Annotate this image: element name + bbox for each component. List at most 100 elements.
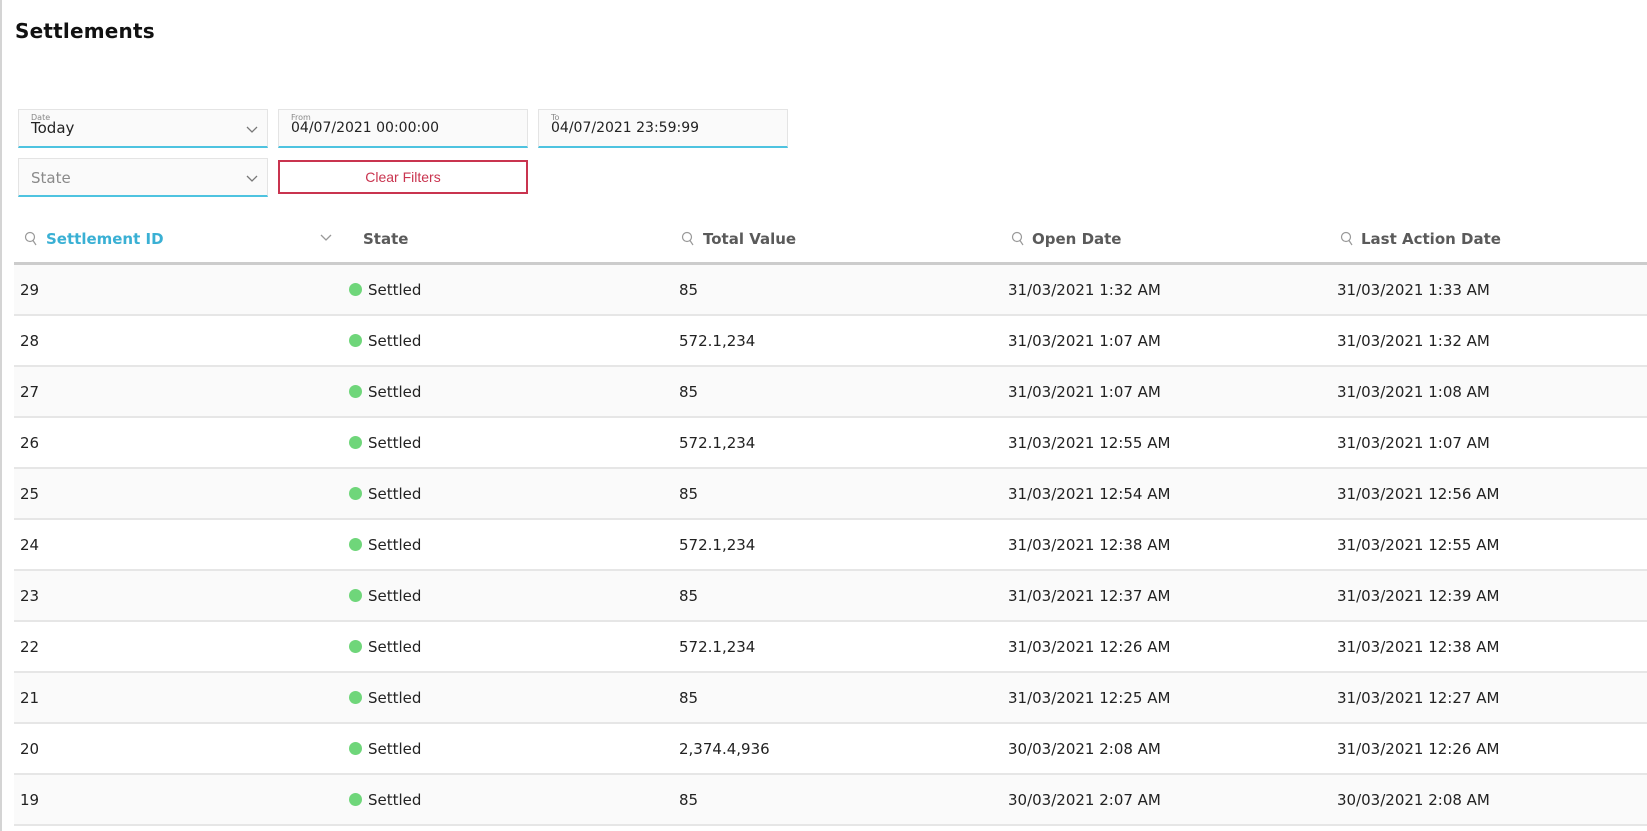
from-date-field[interactable]: From 04/07/2021 00:00:00 [278,109,528,148]
table-row[interactable]: 27 Settled 85 31/03/2021 1:07 AM 31/03/2… [14,367,1647,418]
state-cell: Settled [349,536,421,554]
state-cell: Settled [349,332,421,350]
state-cell: Settled [349,281,421,299]
column-label: Last Action Date [1361,230,1501,248]
settlement-id-cell: 29 [20,281,40,299]
open-date-cell: 31/03/2021 1:07 AM [1008,383,1161,401]
settlement-id-cell: 22 [20,638,40,656]
state-text: Settled [368,791,422,809]
total-value-cell: 572.1,234 [679,536,756,554]
table-row[interactable]: 20 Settled 2,374.4,936 30/03/2021 2:08 A… [14,724,1647,775]
to-value: 04/07/2021 23:59:99 [551,120,700,136]
status-dot-icon [349,589,362,602]
open-date-cell: 31/03/2021 12:38 AM [1008,536,1171,554]
last-action-date-cell: 30/03/2021 2:08 AM [1337,791,1490,809]
status-dot-icon [349,742,362,755]
last-action-date-cell: 31/03/2021 1:08 AM [1337,383,1490,401]
chevron-down-icon[interactable] [319,231,333,245]
state-text: Settled [368,587,422,605]
state-cell: Settled [349,485,421,503]
total-value-cell: 572.1,234 [679,332,756,350]
column-header-last-action-date[interactable]: Last Action Date [1330,220,1647,265]
state-cell: Settled [349,689,421,707]
table-row[interactable]: 23 Settled 85 31/03/2021 12:37 AM 31/03/… [14,571,1647,622]
status-dot-icon [349,283,362,296]
state-text: Settled [368,434,422,452]
search-icon[interactable] [24,231,38,247]
table-row[interactable]: 29 Settled 85 31/03/2021 1:32 AM 31/03/2… [14,265,1647,316]
chevron-down-icon [246,126,258,133]
state-placeholder: State [31,169,71,187]
page-title: Settlements [15,19,155,43]
last-action-date-cell: 31/03/2021 12:27 AM [1337,689,1500,707]
search-icon[interactable] [1011,231,1025,247]
state-cell: Settled [349,587,421,605]
from-value: 04/07/2021 00:00:00 [291,120,440,136]
total-value-cell: 85 [679,281,699,299]
settlement-id-cell: 24 [20,536,40,554]
settlement-id-cell: 20 [20,740,40,758]
search-icon[interactable] [1340,231,1354,247]
settlement-id-cell: 25 [20,485,40,503]
settlement-id-cell: 26 [20,434,40,452]
state-filter-select[interactable]: State [18,158,268,197]
column-header-settlement-id[interactable]: Settlement ID [14,220,343,268]
column-header-total-value[interactable]: Total Value [672,220,1001,265]
state-cell: Settled [349,740,421,758]
search-icon[interactable] [681,231,695,247]
open-date-cell: 31/03/2021 1:07 AM [1008,332,1161,350]
table-row[interactable]: 21 Settled 85 31/03/2021 12:25 AM 31/03/… [14,673,1647,724]
open-date-cell: 30/03/2021 2:08 AM [1008,740,1161,758]
state-text: Settled [368,689,422,707]
table-row[interactable]: 25 Settled 85 31/03/2021 12:54 AM 31/03/… [14,469,1647,520]
settlement-id-cell: 23 [20,587,40,605]
open-date-cell: 31/03/2021 1:32 AM [1008,281,1161,299]
table-row[interactable]: 22 Settled 572.1,234 31/03/2021 12:26 AM… [14,622,1647,673]
settlement-id-cell: 27 [20,383,40,401]
column-label: Total Value [703,230,797,248]
open-date-cell: 31/03/2021 12:54 AM [1008,485,1171,503]
total-value-cell: 2,374.4,936 [679,740,770,758]
status-dot-icon [349,538,362,551]
date-range-select[interactable]: Date Today [18,109,268,148]
state-cell: Settled [349,434,421,452]
status-dot-icon [349,691,362,704]
state-text: Settled [368,383,422,401]
table-row[interactable]: 26 Settled 572.1,234 31/03/2021 12:55 AM… [14,418,1647,469]
left-border [0,0,2,831]
last-action-date-cell: 31/03/2021 12:26 AM [1337,740,1500,758]
open-date-cell: 31/03/2021 12:26 AM [1008,638,1171,656]
to-date-field[interactable]: To 04/07/2021 23:59:99 [538,109,788,148]
column-header-state[interactable]: State [343,220,672,265]
total-value-cell: 85 [679,791,699,809]
table-row[interactable]: 28 Settled 572.1,234 31/03/2021 1:07 AM … [14,316,1647,367]
open-date-cell: 31/03/2021 12:55 AM [1008,434,1171,452]
chevron-down-icon [246,175,258,182]
clear-filters-button[interactable]: Clear Filters [278,160,528,194]
status-dot-icon [349,436,362,449]
status-dot-icon [349,487,362,500]
total-value-cell: 85 [679,689,699,707]
state-text: Settled [368,485,422,503]
table-row[interactable]: 24 Settled 572.1,234 31/03/2021 12:38 AM… [14,520,1647,571]
column-label: Open Date [1032,230,1122,248]
open-date-cell: 30/03/2021 2:07 AM [1008,791,1161,809]
status-dot-icon [349,793,362,806]
last-action-date-cell: 31/03/2021 12:56 AM [1337,485,1500,503]
last-action-date-cell: 31/03/2021 12:55 AM [1337,536,1500,554]
total-value-cell: 85 [679,587,699,605]
table-row[interactable]: 19 Settled 85 30/03/2021 2:07 AM 30/03/2… [14,775,1647,826]
open-date-cell: 31/03/2021 12:25 AM [1008,689,1171,707]
total-value-cell: 572.1,234 [679,434,756,452]
state-text: Settled [368,536,422,554]
last-action-date-cell: 31/03/2021 12:39 AM [1337,587,1500,605]
status-dot-icon [349,334,362,347]
settlement-id-cell: 21 [20,689,40,707]
last-action-date-cell: 31/03/2021 1:33 AM [1337,281,1490,299]
state-text: Settled [368,638,422,656]
status-dot-icon [349,640,362,653]
settlement-id-cell: 19 [20,791,40,809]
state-text: Settled [368,281,422,299]
total-value-cell: 85 [679,383,699,401]
column-header-open-date[interactable]: Open Date [1001,220,1330,265]
